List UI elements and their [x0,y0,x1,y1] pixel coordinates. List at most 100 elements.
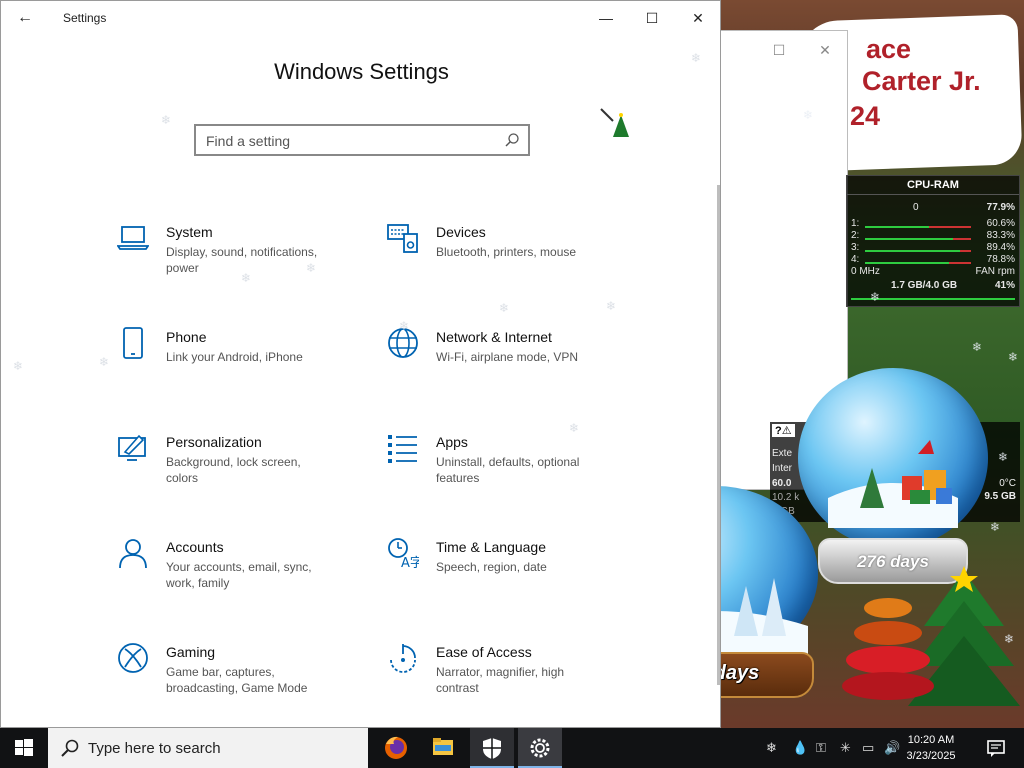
warning-icon: ?⚠ [772,424,795,437]
snowflake-icon: ❄ [998,450,1009,464]
settings-window[interactable]: ← Settings — ☐ ✕ Windows Settings Find a… [0,0,721,728]
snowflake-icon: ❄ [803,108,814,122]
category-description: Bluetooth, printers, mouse [436,245,577,259]
category-time-language[interactable]: A字 Time & Language Speech, region, date [387,537,647,621]
xbox-icon [118,643,148,673]
bg-maximize-button[interactable]: ☐ [767,39,791,61]
bg-close-button[interactable]: ✕ [813,39,837,61]
tray-snowflake-icon[interactable]: ❄ [766,740,777,756]
taskbar-file-explorer[interactable] [421,728,465,768]
category-system[interactable]: System Display, sound, notifications, po… [117,222,377,306]
taskbar: Type here to search ❄ 💧 ⚿ ✳ ▭ 🔊 10:20 AM… [0,728,1024,768]
core-value: 60.6% [986,218,1015,229]
gadget2-temp: 0°C [999,478,1016,489]
tree-cursor-icon [600,108,629,137]
category-description: Speech, region, date [436,560,547,574]
gadget-frequency: 0 MHz [851,266,880,277]
notification-center-icon[interactable] [986,738,1006,758]
gear-icon [530,738,550,758]
cpu-ram-gadget[interactable]: CPU-RAM 0 77.9% 1: 60.6% 2: 83.3% 3: 89.4% … [846,175,1020,307]
folder-icon [433,738,453,755]
back-button[interactable]: ← [13,7,37,29]
wallpaper-text-line1: ace [866,34,912,64]
category-phone[interactable]: Phone Link your Android, iPhone [117,327,377,411]
category-personalization[interactable]: Personalization Background, lock screen,… [117,432,377,516]
search-icon [61,739,79,757]
category-name: Personalization [166,434,262,450]
snowflake-icon: ❄ [1004,632,1015,646]
core-bar [865,250,971,252]
svg-text:A字: A字 [401,556,419,569]
category-name: Devices [436,224,486,240]
title-bar[interactable]: ← Settings — ☐ ✕ [1,1,720,35]
category-description: Link your Android, iPhone [166,350,303,364]
scrollbar[interactable] [717,185,720,685]
core-bar-fill [865,238,954,240]
start-button[interactable] [0,728,48,768]
category-description: Your accounts, email, sync, work, family [166,560,312,590]
shield-icon [483,738,501,759]
windows-logo-icon [15,739,33,756]
time-language-icon: A字 [388,538,419,569]
snowflake-icon: ❄ [870,290,881,304]
clock-date: 3/23/2025 [906,750,956,762]
settings-search-input[interactable]: Find a setting [194,124,530,156]
taskbar-windows-security[interactable] [470,728,514,768]
maximize-button[interactable]: ☐ [637,5,667,31]
snowflake-icon: ❄ [241,271,252,285]
category-name: Time & Language [436,539,546,555]
category-gaming[interactable]: Gaming Game bar, captures, broadcasting,… [117,642,377,726]
gadget-ram: 1.7 GB/4.0 GB [891,280,958,291]
tray-key-icon[interactable]: ⚿ [816,740,826,756]
category-description: Narrator, magnifier, high contrast [436,665,565,695]
category-accounts[interactable]: Accounts Your accounts, email, sync, wor… [117,537,377,621]
category-devices[interactable]: Devices Bluetooth, printers, mouse [387,222,647,306]
category-name: Accounts [166,539,224,555]
snowflake-icon: ❄ [499,301,510,315]
core-bar-fill [865,226,930,228]
snowflake-icon: ❄ [99,355,110,369]
snowflake-icon: ❄ [161,113,172,127]
core-bar [865,262,971,264]
window-title: Settings [63,11,107,25]
core-label: 3: [851,242,860,253]
snowflake-icon: ❄ [399,319,410,333]
close-button[interactable]: ✕ [683,5,713,31]
search-icon[interactable] [504,132,520,148]
presents-icon [828,440,958,528]
minimize-button[interactable]: — [591,5,621,31]
category-network[interactable]: Network & Internet Wi-Fi, airplane mode,… [387,327,647,411]
core-bar-fill [865,262,949,264]
taskbar-search-placeholder: Type here to search [88,740,221,757]
core-value: 78.8% [986,254,1015,265]
wallpaper-text-line3: 24 [850,101,881,131]
snowflake-icon: ❄ [13,359,24,373]
person-icon [119,539,147,569]
snowflake-icon: ❄ [306,261,317,275]
category-name: Ease of Access [436,644,532,660]
gadget2-line2: Inter [772,463,793,474]
core-label: 4: [851,254,860,265]
taskbar-clock[interactable]: 10:20 AM 3/23/2025 [896,732,966,764]
core-value: 83.3% [986,230,1015,241]
tray-drop-icon[interactable]: 💧 [792,740,808,756]
snow-globe-presents[interactable] [798,368,988,548]
category-ease-of-access[interactable]: Ease of Access Narrator, magnifier, high… [387,642,647,726]
taskbar-settings[interactable] [518,728,562,768]
core-bar [865,238,971,240]
category-apps[interactable]: Apps Uninstall, defaults, optional featu… [387,432,647,516]
apps-list-icon [388,435,417,463]
category-name: Gaming [166,644,216,660]
snowflake-icon: ❄ [606,299,617,313]
firefox-icon [385,736,407,759]
taskbar-search-input[interactable]: Type here to search [48,728,368,768]
tray-burst-icon[interactable]: ✳ [840,740,851,756]
gadget2-size: 9.5 GB [984,491,1016,502]
category-name: Network & Internet [436,329,552,345]
network-icon[interactable]: ▭ [862,740,874,756]
gadget-title: CPU-RAM [847,176,1019,195]
taskbar-firefox[interactable] [374,728,418,768]
category-description: Uninstall, defaults, optional features [436,455,580,485]
category-description: Game bar, captures, broadcasting, Game M… [166,665,308,695]
category-name: System [166,224,213,240]
